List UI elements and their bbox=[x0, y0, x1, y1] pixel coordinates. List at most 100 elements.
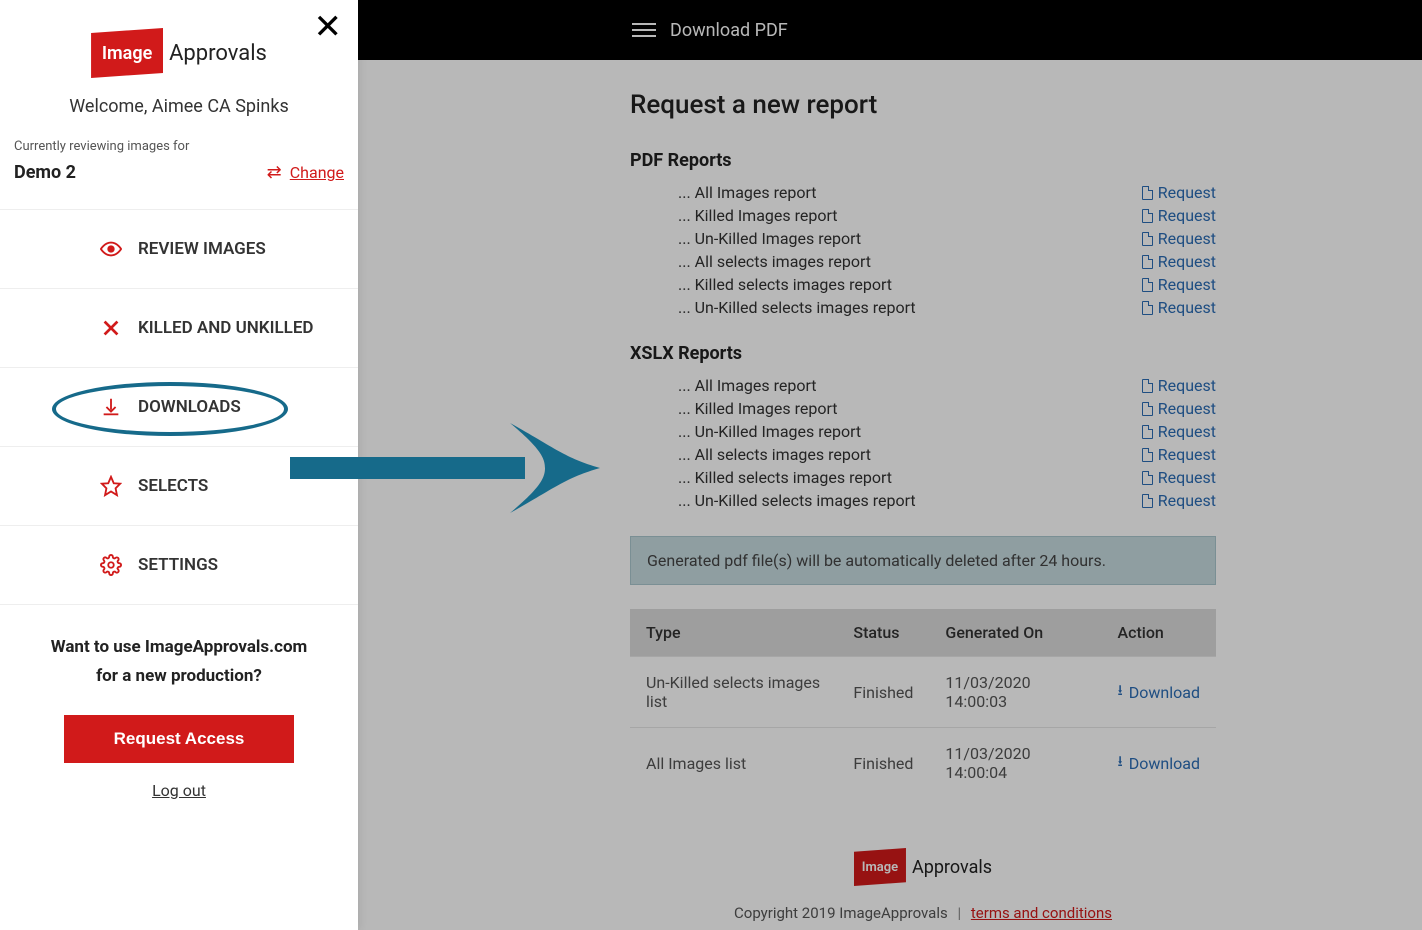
nav-downloads[interactable]: DOWNLOADS bbox=[0, 368, 358, 446]
nav-killed-unkilled[interactable]: KILLED AND UNKILLED bbox=[0, 289, 358, 368]
request-link[interactable]: Request bbox=[1142, 298, 1216, 317]
report-name: All selects images report bbox=[678, 252, 871, 271]
request-link[interactable]: Request bbox=[1142, 376, 1216, 395]
swap-icon: ⇄ bbox=[267, 162, 282, 183]
welcome-text: Welcome, Aimee CA Spinks bbox=[0, 84, 358, 139]
topbar: Download PDF bbox=[358, 0, 1422, 60]
nav-label: KILLED AND UNKILLED bbox=[138, 318, 314, 338]
table-cell: 11/03/2020 14:00:03 bbox=[929, 657, 1101, 728]
logo-mark: Image bbox=[91, 28, 163, 78]
request-link[interactable]: Request bbox=[1142, 399, 1216, 418]
report-row: Killed Images report Request bbox=[678, 204, 1216, 227]
request-link[interactable]: Request bbox=[1142, 183, 1216, 202]
logout-link[interactable]: Log out bbox=[0, 781, 358, 800]
request-link[interactable]: Request bbox=[1142, 229, 1216, 248]
report-name: Killed selects images report bbox=[678, 275, 892, 294]
xlsx-section-title: XSLX Reports bbox=[630, 343, 1216, 364]
table-cell: 11/03/2020 14:00:04 bbox=[929, 728, 1101, 799]
x-icon bbox=[100, 317, 122, 339]
content: Request a new report PDF Reports All Ima… bbox=[358, 60, 1422, 922]
download-icon: ⭳ bbox=[1117, 751, 1122, 776]
report-name: All Images report bbox=[678, 183, 817, 202]
pdf-report-list: All Images reportRequestKilled Images re… bbox=[630, 181, 1216, 319]
cta-line1: Want to use ImageApprovals.com bbox=[20, 633, 338, 662]
close-icon[interactable]: ✕ bbox=[314, 10, 343, 44]
request-link[interactable]: Request bbox=[1142, 445, 1216, 464]
download-icon bbox=[100, 396, 122, 418]
file-icon bbox=[1142, 301, 1153, 315]
file-icon bbox=[1142, 186, 1153, 200]
separator: | bbox=[957, 904, 961, 922]
download-icon: ⭳ bbox=[1117, 680, 1122, 705]
download-link[interactable]: ⭳Download bbox=[1117, 751, 1200, 776]
file-icon bbox=[1142, 494, 1153, 508]
report-row: All Images report Request bbox=[678, 374, 1216, 397]
table-row: All Images listFinished11/03/2020 14:00:… bbox=[630, 728, 1216, 799]
report-row: All selects images report Request bbox=[678, 250, 1216, 273]
main: Download PDF Request a new report PDF Re… bbox=[358, 0, 1422, 930]
reviewing-label: Currently reviewing images for bbox=[0, 139, 358, 154]
table-cell: Finished bbox=[837, 657, 929, 728]
report-name: Un-Killed Images report bbox=[678, 229, 861, 248]
file-icon bbox=[1142, 402, 1153, 416]
report-name: Killed Images report bbox=[678, 206, 838, 225]
nav-label: SETTINGS bbox=[138, 555, 218, 575]
file-icon bbox=[1142, 425, 1153, 439]
report-name: Un-Killed selects images report bbox=[678, 298, 916, 317]
table-header: Type bbox=[630, 609, 837, 657]
nav-review-images[interactable]: REVIEW IMAGES bbox=[0, 210, 358, 289]
table-cell: Finished bbox=[837, 728, 929, 799]
report-name: All Images report bbox=[678, 376, 817, 395]
table-header: Action bbox=[1101, 609, 1216, 657]
table-header: Status bbox=[837, 609, 929, 657]
copyright-text: Copyright 2019 ImageApprovals bbox=[734, 904, 948, 922]
terms-link[interactable]: terms and conditions bbox=[971, 904, 1112, 922]
generated-table: TypeStatusGenerated OnAction Un-Killed s… bbox=[630, 609, 1216, 798]
nav-settings[interactable]: SETTINGS bbox=[0, 526, 358, 605]
table-row: Un-Killed selects images listFinished11/… bbox=[630, 657, 1216, 728]
table-header: Generated On bbox=[929, 609, 1101, 657]
nav-selects[interactable]: SELECTS bbox=[0, 447, 358, 526]
report-row: Killed selects images reportRequest bbox=[678, 466, 1216, 489]
file-icon bbox=[1142, 278, 1153, 292]
report-name: All selects images report bbox=[678, 445, 871, 464]
request-link[interactable]: Request bbox=[1142, 252, 1216, 271]
report-row: Un-Killed selects images reportRequest bbox=[678, 489, 1216, 512]
hamburger-icon[interactable] bbox=[632, 23, 656, 37]
request-link[interactable]: Request bbox=[1142, 468, 1216, 487]
download-link[interactable]: ⭳Download bbox=[1117, 680, 1200, 705]
request-link[interactable]: Request bbox=[1142, 206, 1216, 225]
page-heading: Request a new report bbox=[630, 90, 1216, 120]
topbar-title: Download PDF bbox=[670, 20, 788, 41]
report-name: Un-Killed Images report bbox=[678, 422, 861, 441]
report-row: All selects images report Request bbox=[678, 443, 1216, 466]
table-cell: ⭳Download bbox=[1101, 728, 1216, 799]
nav-label: REVIEW IMAGES bbox=[138, 239, 266, 259]
file-icon bbox=[1142, 448, 1153, 462]
request-link[interactable]: Request bbox=[1142, 491, 1216, 510]
logo-mark: Image bbox=[854, 848, 906, 886]
report-row: All Images report Request bbox=[678, 181, 1216, 204]
file-icon bbox=[1142, 232, 1153, 246]
file-icon bbox=[1142, 209, 1153, 223]
table-cell: ⭳Download bbox=[1101, 657, 1216, 728]
report-row: Un-Killed selects images report Request bbox=[678, 296, 1216, 319]
pdf-section-title: PDF Reports bbox=[630, 150, 1216, 171]
report-row: Killed Images reportRequest bbox=[678, 397, 1216, 420]
request-link[interactable]: Request bbox=[1142, 275, 1216, 294]
request-link[interactable]: Request bbox=[1142, 422, 1216, 441]
gear-icon bbox=[100, 554, 122, 576]
footer-logo: Image Approvals bbox=[630, 848, 1216, 886]
request-access-button[interactable]: Request Access bbox=[64, 715, 294, 763]
copyright: Copyright 2019 ImageApprovals | terms an… bbox=[630, 904, 1216, 922]
report-row: Un-Killed Images report Request bbox=[678, 227, 1216, 250]
cta-text: Want to use ImageApprovals.com for a new… bbox=[0, 605, 358, 701]
table-cell: Un-Killed selects images list bbox=[630, 657, 837, 728]
star-icon bbox=[100, 475, 122, 497]
file-icon bbox=[1142, 471, 1153, 485]
nav-label: SELECTS bbox=[138, 476, 208, 496]
change-link[interactable]: Change bbox=[290, 163, 344, 182]
report-row: Un-Killed Images report Request bbox=[678, 420, 1216, 443]
logo-text: Approvals bbox=[912, 857, 992, 878]
cta-line2: for a new production? bbox=[20, 662, 338, 691]
